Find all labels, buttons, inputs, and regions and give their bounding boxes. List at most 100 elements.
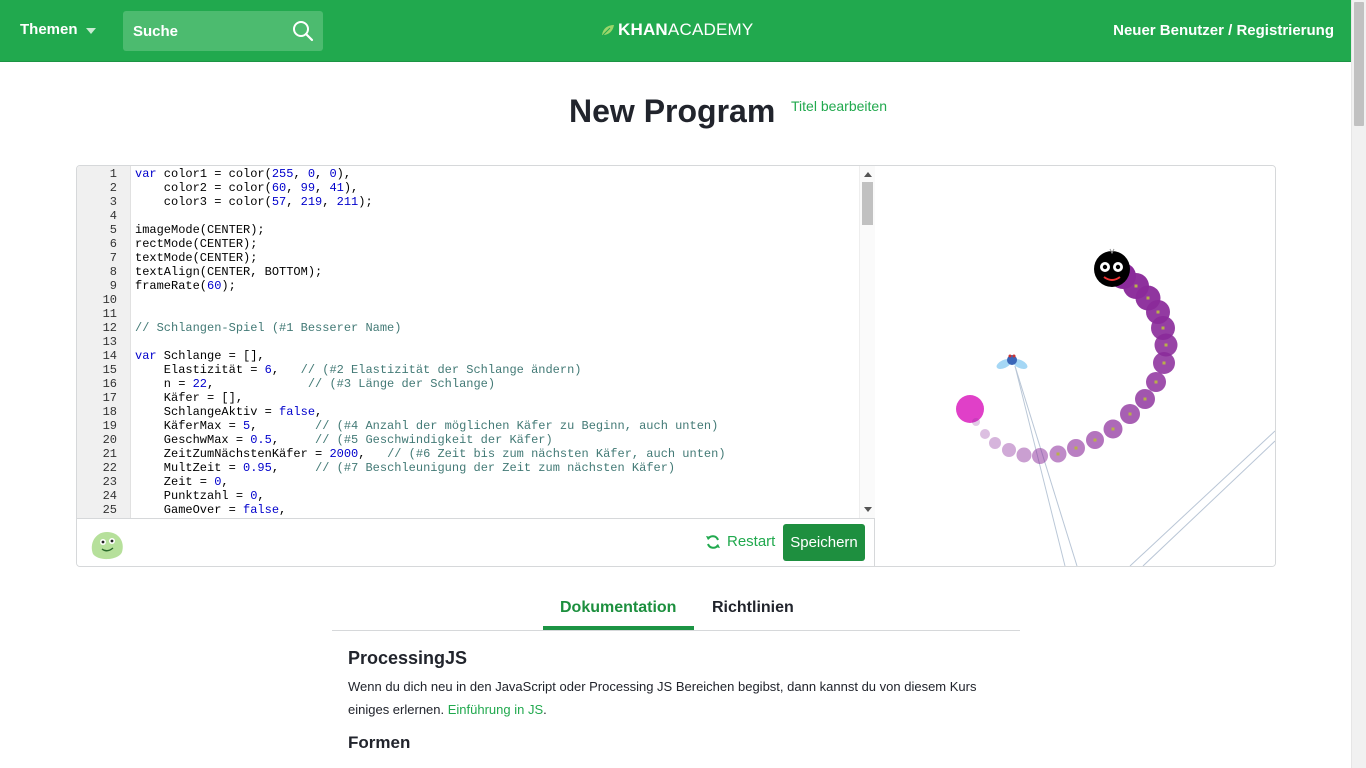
doc-subheading: Formen <box>348 733 411 752</box>
search-icon[interactable] <box>283 11 323 51</box>
program-output-canvas[interactable] <box>875 166 1275 566</box>
code-line[interactable]: textMode(CENTER); <box>135 251 257 265</box>
code-line[interactable]: Zeit = 0, <box>135 475 229 489</box>
avatar[interactable] <box>87 524 127 564</box>
code-line[interactable]: SchlangeAktiv = false, <box>135 405 322 419</box>
code-line[interactable]: GameOver = false, <box>135 503 286 517</box>
snake-segment-dot <box>1164 343 1168 347</box>
line-number: 11 <box>102 307 117 321</box>
line-number: 4 <box>109 209 117 223</box>
line-number: 16 <box>102 377 117 391</box>
snake-segment-dot <box>1143 397 1147 401</box>
tab-documentation[interactable]: Dokumentation <box>560 599 676 617</box>
line-number: 12 <box>102 321 117 335</box>
logo-text-light: ACADEMY <box>667 20 754 39</box>
snake-head <box>1094 248 1130 287</box>
save-button[interactable]: Speichern <box>783 524 865 561</box>
code-line[interactable]: ZeitZumNächstenKäfer = 2000, // (#6 Zeit… <box>135 447 726 461</box>
code-line[interactable]: rectMode(CENTER); <box>135 237 257 251</box>
code-line[interactable]: Punktzahl = 0, <box>135 489 265 503</box>
code-line[interactable]: n = 22, // (#3 Länge der Schlange) <box>135 377 495 391</box>
restart-label: Restart <box>727 533 776 550</box>
line-number: 9 <box>109 279 117 293</box>
snake-segment-dot <box>1161 326 1165 330</box>
food-dot <box>956 395 984 423</box>
code-line[interactable]: color3 = color(57, 219, 211); <box>135 195 373 209</box>
active-tab-indicator <box>543 626 694 630</box>
khan-academy-logo[interactable]: KHAN ACADEMY <box>601 20 753 40</box>
line-number: 17 <box>102 391 117 405</box>
editor-toolbar: Restart Speichern <box>77 518 875 566</box>
line-number: 7 <box>109 251 117 265</box>
canvas-line <box>1014 365 1066 566</box>
program-workspace: 1 2 3 4 5 6 7 8 9 10 11 12 13 14 15 16 17 18 19 20 21 22 23 24 2… <box>76 165 1276 567</box>
editor-scrollbar[interactable] <box>859 166 875 518</box>
code-editor[interactable]: 1 2 3 4 5 6 7 8 9 10 11 12 13 14 15 16 17 18 19 20 21 22 23 24 2… <box>77 166 875 518</box>
code-area[interactable]: var color1 = color(255, 0, 0), color2 = … <box>135 166 857 518</box>
editor-scrollbar-thumb[interactable] <box>862 182 873 225</box>
edit-title-link[interactable]: Titel bearbeiten <box>791 98 887 114</box>
code-line[interactable]: var color1 = color(255, 0, 0), <box>135 167 351 181</box>
snake-segment-dot <box>1146 296 1150 300</box>
doc-heading: ProcessingJS <box>348 648 468 668</box>
logo-text-bold: KHAN <box>618 20 668 39</box>
topics-label: Themen <box>20 21 78 38</box>
line-number: 20 <box>102 433 117 447</box>
code-line[interactable]: imageMode(CENTER); <box>135 223 265 237</box>
intro-js-link[interactable]: Einführung in JS <box>448 702 543 717</box>
snake-segment <box>1016 447 1032 463</box>
snake-segment-dot <box>1156 310 1160 314</box>
scroll-up-arrow-icon[interactable] <box>864 172 872 177</box>
refresh-icon <box>706 534 720 549</box>
chevron-down-icon <box>85 27 96 34</box>
doc-intro-end: . <box>543 702 547 717</box>
code-line[interactable]: KäferMax = 5, // (#4 Anzahl der mögliche… <box>135 419 719 433</box>
snake-segment-dot <box>1154 380 1158 384</box>
line-number: 19 <box>102 419 117 433</box>
line-number: 25 <box>102 503 117 517</box>
line-number: 8 <box>109 265 117 279</box>
signup-link[interactable]: Neuer Benutzer / Registrierung <box>1113 22 1334 39</box>
snake-segment-dot <box>1111 427 1115 431</box>
line-number: 15 <box>102 363 117 377</box>
line-number: 24 <box>102 489 117 503</box>
scroll-down-arrow-icon[interactable] <box>864 507 872 512</box>
doc-intro-text: Wenn du dich neu in den JavaScript oder … <box>348 679 977 717</box>
bug-icon <box>996 354 1028 369</box>
page-scrollbar[interactable] <box>1351 0 1366 768</box>
code-line[interactable]: MultZeit = 0.95, // (#7 Beschleunigung d… <box>135 461 675 475</box>
code-line[interactable]: // Schlangen-Spiel (#1 Besserer Name) <box>135 321 401 335</box>
search-box[interactable]: Suche <box>123 11 323 51</box>
tab-guidelines[interactable]: Richtlinien <box>712 599 794 617</box>
search-input[interactable]: Suche <box>133 23 283 40</box>
canvas-line <box>1129 430 1275 566</box>
snake-segment <box>972 418 980 426</box>
code-line[interactable]: var Schlange = [], <box>135 349 265 363</box>
line-number-gutter: 1 2 3 4 5 6 7 8 9 10 11 12 13 14 15 16 17 18 19 20 21 22 23 24 2… <box>77 166 131 518</box>
code-line[interactable]: GeschwMax = 0.5, // (#5 Geschwindigkeit … <box>135 433 553 447</box>
snake-segment-dot <box>1056 452 1060 456</box>
canvas-line <box>1142 440 1275 566</box>
page-scrollbar-thumb[interactable] <box>1354 2 1364 126</box>
top-navigation-bar: Themen Suche KHAN ACADEMY Neuer Benutzer … <box>0 0 1366 62</box>
code-line[interactable]: textAlign(CENTER, BOTTOM); <box>135 265 322 279</box>
doc-intro: Wenn du dich neu in den JavaScript oder … <box>348 675 998 721</box>
snake-segment-dot <box>1162 361 1166 365</box>
snake-segment-dot <box>1128 412 1132 416</box>
line-number: 13 <box>102 335 117 349</box>
line-number: 10 <box>102 293 117 307</box>
code-line[interactable]: Elastizität = 6, // (#2 Elastizität der … <box>135 363 582 377</box>
line-number: 1 <box>109 167 117 181</box>
line-number: 18 <box>102 405 117 419</box>
snake-segment-dot <box>1074 446 1078 450</box>
code-line[interactable]: frameRate(60); <box>135 279 236 293</box>
snake-segment <box>989 437 1001 449</box>
snake-segment-dot <box>1093 438 1097 442</box>
code-line[interactable]: color2 = color(60, 99, 41), <box>135 181 358 195</box>
restart-button[interactable]: Restart <box>705 533 775 550</box>
snake-segment <box>1002 443 1016 457</box>
topics-menu[interactable]: Themen <box>20 21 96 38</box>
line-number: 21 <box>102 447 117 461</box>
line-number: 5 <box>109 223 117 237</box>
code-line[interactable]: Käfer = [], <box>135 391 243 405</box>
